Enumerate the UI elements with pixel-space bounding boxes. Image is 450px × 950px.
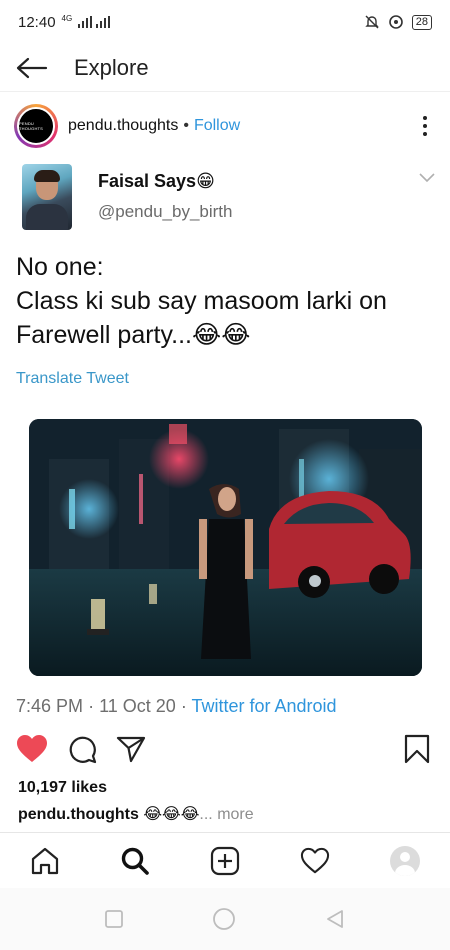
nav-home[interactable] [25, 841, 65, 881]
like-button[interactable] [15, 732, 49, 766]
signal-icon [78, 16, 93, 28]
heart-icon [17, 735, 47, 762]
system-nav-bar [0, 888, 450, 950]
caption-username[interactable]: pendu.thoughts [18, 806, 139, 823]
tweet-client: Twitter for Android [191, 696, 337, 716]
post-username[interactable]: pendu.thoughts [68, 117, 178, 135]
post-header: PENDU THOUGHTS pendu.thoughts • Follow [0, 100, 450, 152]
caption-text: 😂😂😂 [143, 806, 200, 823]
status-time: 12:40 [18, 13, 56, 31]
data-saver-icon [388, 15, 403, 29]
post-actions [0, 732, 450, 768]
meta-separator: · [88, 696, 95, 716]
heart-outline-icon [300, 847, 330, 873]
back-triangle-icon[interactable] [324, 908, 346, 930]
more-options-button[interactable] [414, 116, 436, 136]
chevron-down-icon [419, 173, 435, 183]
home-icon [31, 847, 59, 874]
bell-off-icon [365, 15, 379, 29]
meta-separator: · [180, 696, 187, 716]
tweet-author-name: Faisal Says😁 [98, 171, 215, 191]
post-caption: pendu.thoughts 😂😂😂... more [18, 804, 254, 824]
tweet-text-line: Farewell party...😂😂 [16, 321, 251, 349]
battery-indicator: 28 [411, 14, 432, 30]
nav-search[interactable] [115, 841, 155, 881]
arrow-left-icon [16, 57, 48, 78]
profile-avatar [390, 845, 420, 876]
comment-button[interactable] [65, 732, 99, 766]
bookmark-icon [404, 734, 430, 764]
translate-tweet-link: Translate Tweet [16, 370, 129, 387]
nav-activity[interactable] [295, 841, 335, 881]
tweet-text-line: Class ki sub say masoom larki on [16, 287, 387, 315]
plus-square-icon [210, 846, 240, 875]
recents-icon[interactable] [104, 909, 124, 929]
home-circle-icon[interactable] [212, 907, 236, 931]
post-author-avatar[interactable]: PENDU THOUGHTS [14, 104, 58, 148]
avatar-logo-text: PENDU THOUGHTS [19, 121, 44, 131]
share-button[interactable] [114, 732, 148, 766]
follow-button[interactable]: Follow [194, 117, 240, 135]
search-icon [121, 847, 149, 875]
tweet-media-image [29, 419, 422, 676]
send-icon [116, 736, 146, 763]
likes-count[interactable]: 10,197 likes [18, 779, 107, 797]
caption-more-link[interactable]: ... more [199, 806, 253, 823]
status-bar: 12:40 4G 28 [0, 0, 450, 44]
separator-dot: • [183, 117, 189, 134]
tweet-meta: 7:46 PM · 11 Oct 20 · Twitter for Androi… [16, 696, 337, 717]
tweet-author-avatar [22, 164, 72, 230]
bottom-nav [0, 832, 450, 888]
post-image[interactable]: Faisal Says😁 @pendu_by_birth No one: Cla… [0, 158, 450, 716]
nav-create[interactable] [205, 841, 245, 881]
nav-profile[interactable] [385, 841, 425, 881]
network-type: 4G [61, 13, 73, 23]
comment-icon [69, 736, 97, 764]
tweet-author-handle: @pendu_by_birth [98, 202, 233, 221]
back-button[interactable] [0, 44, 64, 92]
tweet-time: 7:46 PM [16, 696, 84, 716]
page-title: Explore [74, 54, 149, 80]
signal-icon-2 [96, 16, 111, 28]
save-button[interactable] [400, 732, 434, 766]
tweet-text-line: No one: [16, 253, 104, 281]
tweet-text: No one: Class ki sub say masoom larki on… [16, 250, 436, 352]
tweet-date: 11 Oct 20 [99, 696, 176, 716]
app-header: Explore [0, 44, 450, 92]
